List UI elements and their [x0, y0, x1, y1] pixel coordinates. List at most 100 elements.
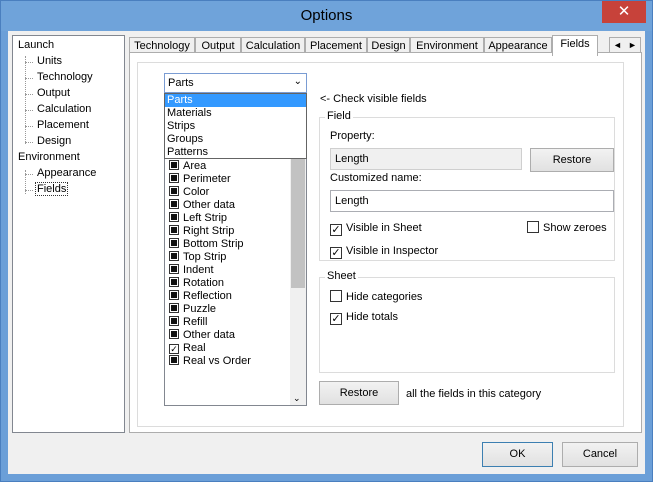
checkbox-checked-icon: ✓	[169, 344, 179, 354]
field-list-item[interactable]: Top Strip	[169, 251, 226, 264]
field-list-item-label: Rotation	[183, 277, 224, 289]
field-list-item[interactable]: Rotation	[169, 277, 224, 290]
checkbox-indeterminate-icon	[169, 212, 179, 222]
title-bar[interactable]: Options ✕	[1, 1, 652, 31]
checkbox-checked-icon: ✓	[330, 247, 342, 259]
tree-item-technology[interactable]: Technology	[37, 70, 93, 85]
tree-item-appearance[interactable]: Appearance	[37, 166, 96, 181]
field-list-item[interactable]: ✓ Real	[169, 342, 206, 355]
check-visible-hint: <- Check visible fields	[320, 93, 427, 105]
restore-property-button[interactable]: Restore	[530, 148, 614, 172]
tree-item-design[interactable]: Design	[37, 134, 71, 149]
tree-item-environment[interactable]: Environment	[18, 150, 80, 165]
field-list-item[interactable]: Reflection	[169, 290, 232, 303]
tab-scroll-right-icon[interactable]: ►	[625, 38, 640, 53]
checkbox-indeterminate-icon	[169, 355, 179, 365]
hide-totals-checkbox[interactable]: ✓ Hide totals	[330, 310, 398, 325]
field-list-item-label: Reflection	[183, 290, 232, 302]
visible-in-sheet-checkbox[interactable]: ✓ Visible in Sheet	[330, 221, 422, 236]
tree-item-calculation[interactable]: Calculation	[37, 102, 91, 117]
customized-name-field[interactable]: Length	[330, 190, 614, 212]
field-list-item-label: Area	[183, 160, 207, 172]
cancel-button[interactable]: Cancel	[562, 442, 638, 467]
field-list-item-label: Indent	[183, 264, 214, 276]
dropdown-option-parts[interactable]: Parts	[165, 94, 306, 107]
field-list-item-label: Left Strip	[183, 212, 228, 224]
sheet-group-title: Sheet	[325, 270, 358, 282]
field-list-item[interactable]: Right Strip	[169, 225, 234, 238]
checkbox-checked-icon: ✓	[330, 224, 342, 236]
field-list-item-label: Refill	[183, 316, 208, 328]
dialog-client: Launch Units Technology Output Calculati…	[8, 31, 645, 474]
checkbox-indeterminate-icon	[169, 316, 179, 326]
tree-item-output[interactable]: Output	[37, 86, 70, 101]
fields-panel: Parts ⌄ ✓Description✓ActiveCan rotate✓Gr…	[137, 62, 624, 427]
hide-categories-checkbox[interactable]: Hide categories	[330, 290, 422, 304]
field-list-item[interactable]: Indent	[169, 264, 214, 277]
checkbox-checked-icon: ✓	[330, 313, 342, 325]
checkbox-indeterminate-icon	[169, 329, 179, 339]
field-list-item-label: Puzzle	[183, 303, 217, 315]
field-list-item[interactable]: Bottom Strip	[169, 238, 244, 251]
field-group: Field Property: Length Restore Customize…	[319, 110, 615, 261]
tree-item-placement[interactable]: Placement	[37, 118, 89, 133]
dropdown-option-patterns[interactable]: Patterns	[165, 146, 306, 159]
field-list-item-label: Bottom Strip	[183, 238, 244, 250]
checkbox-indeterminate-icon	[169, 160, 179, 170]
scroll-down-icon[interactable]: ⌄	[293, 393, 301, 404]
options-window: Options ✕ Launch Units Technology Output…	[0, 0, 653, 482]
field-list-item-label: Real	[183, 342, 206, 354]
sheet-group: Sheet Hide categories ✓ Hide totals	[319, 270, 615, 373]
dropdown-option-strips[interactable]: Strips	[165, 120, 306, 133]
tab-scroll-left-icon[interactable]: ◄	[610, 38, 625, 53]
chevron-down-icon: ⌄	[293, 76, 302, 87]
checkbox-indeterminate-icon	[169, 173, 179, 183]
checkbox-indeterminate-icon	[169, 264, 179, 274]
tree-item-units[interactable]: Units	[37, 54, 62, 69]
dropdown-option-materials[interactable]: Materials	[165, 107, 306, 120]
checkbox-indeterminate-icon	[169, 290, 179, 300]
checkbox-indeterminate-icon	[169, 186, 179, 196]
property-label: Property:	[330, 130, 375, 142]
field-list-item-label: Top Strip	[183, 251, 227, 263]
field-list-item[interactable]: Real vs Order	[169, 355, 251, 368]
restore-all-button[interactable]: Restore	[319, 381, 399, 405]
category-combo[interactable]: Parts ⌄	[164, 73, 307, 93]
field-group-title: Field	[325, 110, 353, 122]
tab-fields[interactable]: Fields	[552, 35, 598, 56]
checkbox-empty-icon	[527, 221, 539, 233]
fields-page: Parts ⌄ ✓Description✓ActiveCan rotate✓Gr…	[129, 52, 642, 433]
checkbox-indeterminate-icon	[169, 251, 179, 261]
checkbox-indeterminate-icon	[169, 303, 179, 313]
field-list-item[interactable]: Other data	[169, 329, 235, 342]
field-list-item[interactable]: Puzzle	[169, 303, 216, 316]
visible-in-inspector-checkbox[interactable]: ✓ Visible in Inspector	[330, 244, 438, 259]
show-zeroes-checkbox[interactable]: Show zeroes	[527, 221, 607, 235]
dropdown-option-groups[interactable]: Groups	[165, 133, 306, 146]
tree-item-fields[interactable]: Fields	[35, 182, 69, 197]
checkbox-indeterminate-icon	[169, 238, 179, 248]
checkbox-indeterminate-icon	[169, 225, 179, 235]
window-title: Options	[300, 7, 353, 24]
field-list-item-label: Other data	[183, 199, 235, 211]
field-list-item[interactable]: Left Strip	[169, 212, 227, 225]
field-list-item[interactable]: Area	[169, 160, 206, 173]
field-list-item-label: Perimeter	[183, 173, 231, 185]
ok-button[interactable]: OK	[482, 442, 553, 467]
category-dropdown[interactable]: Parts Materials Strips Groups Patterns	[164, 93, 307, 159]
field-list-item[interactable]: Color	[169, 186, 209, 199]
field-list-item-label: Other data	[183, 329, 235, 341]
property-field: Length	[330, 148, 522, 170]
field-list-item[interactable]: Perimeter	[169, 173, 231, 186]
field-list-item[interactable]: Other data	[169, 199, 235, 212]
checkbox-indeterminate-icon	[169, 199, 179, 209]
checkbox-empty-icon	[330, 290, 342, 302]
customized-name-label: Customized name:	[330, 172, 422, 184]
field-list-item-label: Real vs Order	[183, 355, 251, 367]
field-list-item-label: Color	[183, 186, 210, 198]
tree-item-launch[interactable]: Launch	[18, 38, 54, 53]
category-combo-value: Parts	[168, 77, 194, 89]
close-button[interactable]: ✕	[602, 1, 646, 23]
field-list-item[interactable]: Refill	[169, 316, 207, 329]
restore-all-note: all the fields in this category	[406, 388, 542, 400]
